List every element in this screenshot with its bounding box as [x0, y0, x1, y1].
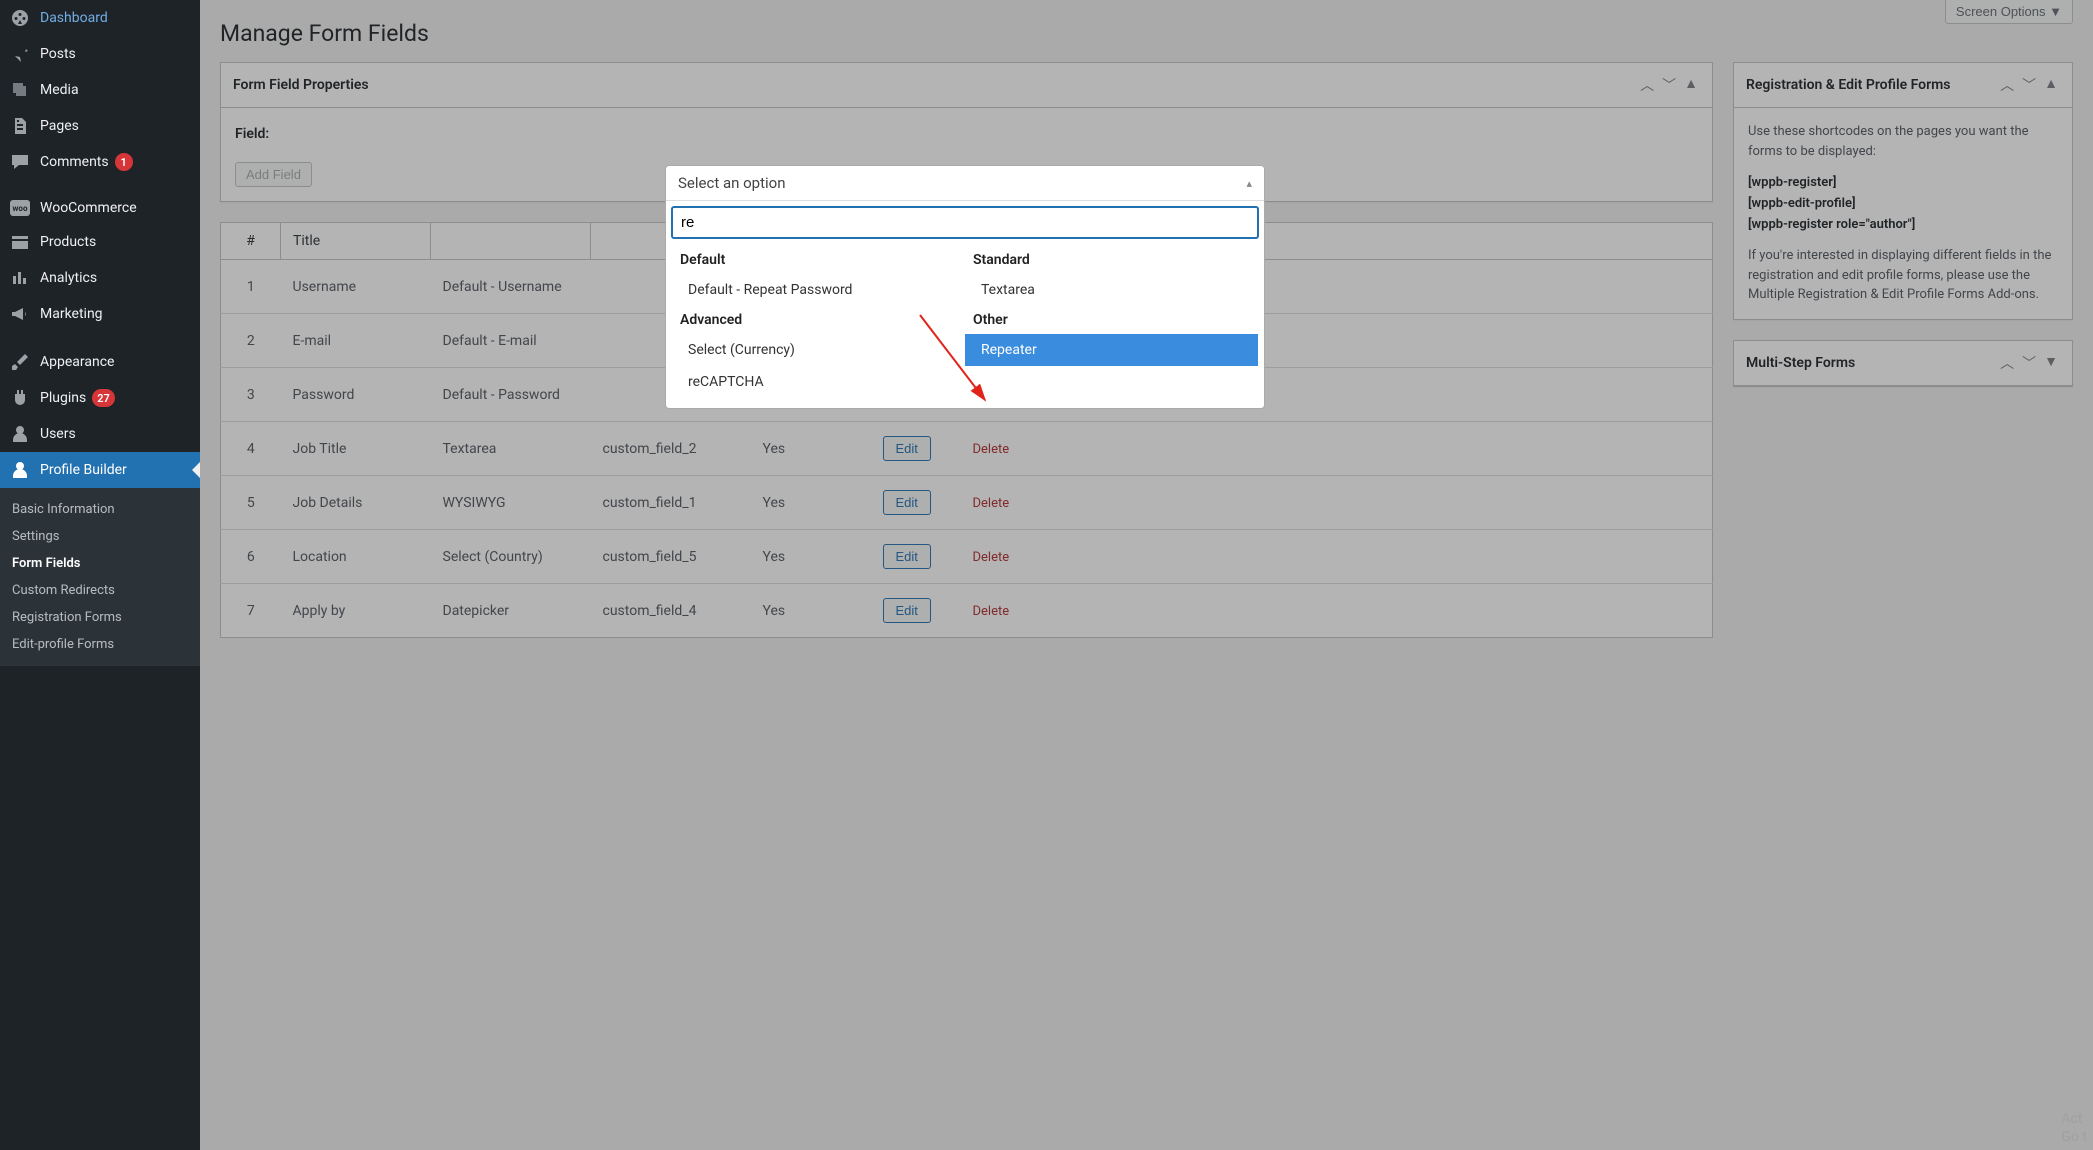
dashboard-icon [10, 8, 30, 28]
sidebar-submenu: Basic Information Settings Form Fields C… [0, 488, 200, 666]
option-textarea[interactable]: Textarea [965, 274, 1258, 306]
sidebar-item-users[interactable]: Users [0, 416, 200, 452]
admin-sidebar: Dashboard Posts Media Pages Comments 1 wo… [0, 0, 200, 1150]
optgroup-other: Other [965, 306, 1258, 334]
sidebar-item-profile-builder[interactable]: Profile Builder [0, 452, 200, 488]
users-icon [10, 424, 30, 444]
sidebar-label: Marketing [40, 306, 103, 322]
option-repeater[interactable]: Repeater [965, 334, 1258, 366]
submenu-registration-forms[interactable]: Registration Forms [0, 604, 200, 631]
analytics-icon [10, 268, 30, 288]
sidebar-label: Posts [40, 46, 76, 62]
sidebar-label: Plugins [40, 390, 86, 406]
sidebar-item-woocommerce[interactable]: woo WooCommerce [0, 192, 200, 224]
plugin-icon [10, 388, 30, 408]
sidebar-item-products[interactable]: Products [0, 224, 200, 260]
field-select-dropdown: Select an option Default Default - Repea… [665, 165, 1265, 409]
products-icon [10, 232, 30, 252]
sidebar-label: Media [40, 82, 79, 98]
sidebar-item-plugins[interactable]: Plugins 27 [0, 380, 200, 416]
plugins-badge: 27 [92, 389, 115, 407]
sidebar-label: Products [40, 234, 96, 250]
select-placeholder[interactable]: Select an option [666, 166, 1264, 201]
sidebar-item-posts[interactable]: Posts [0, 36, 200, 72]
megaphone-icon [10, 304, 30, 324]
sidebar-item-pages[interactable]: Pages [0, 108, 200, 144]
optgroup-default: Default [672, 246, 965, 274]
sidebar-item-appearance[interactable]: Appearance [0, 344, 200, 380]
sidebar-item-analytics[interactable]: Analytics [0, 260, 200, 296]
main-content: Screen Options ▼ Manage Form Fields Form… [200, 0, 2093, 1150]
submenu-form-fields[interactable]: Form Fields [0, 550, 200, 577]
option-select-currency[interactable]: Select (Currency) [672, 334, 965, 366]
sidebar-label: Dashboard [40, 10, 108, 26]
media-icon [10, 80, 30, 100]
sidebar-label: Analytics [40, 270, 97, 286]
comment-icon [10, 152, 30, 172]
optgroup-advanced: Advanced [672, 306, 965, 334]
profile-builder-icon [10, 460, 30, 480]
pages-icon [10, 116, 30, 136]
sidebar-label: Pages [40, 118, 79, 134]
activate-windows-text: Act Go t [2061, 1110, 2087, 1146]
option-default-repeat-password[interactable]: Default - Repeat Password [672, 274, 965, 306]
woo-icon: woo [10, 200, 30, 216]
sidebar-item-comments[interactable]: Comments 1 [0, 144, 200, 180]
comments-badge: 1 [115, 153, 133, 171]
select-search-input[interactable] [672, 207, 1258, 238]
pin-icon [10, 44, 30, 64]
sidebar-item-media[interactable]: Media [0, 72, 200, 108]
sidebar-label: WooCommerce [40, 200, 137, 216]
sidebar-label: Users [40, 426, 76, 442]
sidebar-label: Comments [40, 154, 109, 170]
sidebar-label: Profile Builder [40, 462, 127, 478]
submenu-custom-redirects[interactable]: Custom Redirects [0, 577, 200, 604]
submenu-settings[interactable]: Settings [0, 523, 200, 550]
brush-icon [10, 352, 30, 372]
sidebar-label: Appearance [40, 354, 114, 370]
sidebar-item-dashboard[interactable]: Dashboard [0, 0, 200, 36]
optgroup-standard: Standard [965, 246, 1258, 274]
submenu-edit-profile-forms[interactable]: Edit-profile Forms [0, 631, 200, 658]
option-recaptcha[interactable]: reCAPTCHA [672, 366, 965, 398]
submenu-basic-info[interactable]: Basic Information [0, 496, 200, 523]
sidebar-item-marketing[interactable]: Marketing [0, 296, 200, 332]
